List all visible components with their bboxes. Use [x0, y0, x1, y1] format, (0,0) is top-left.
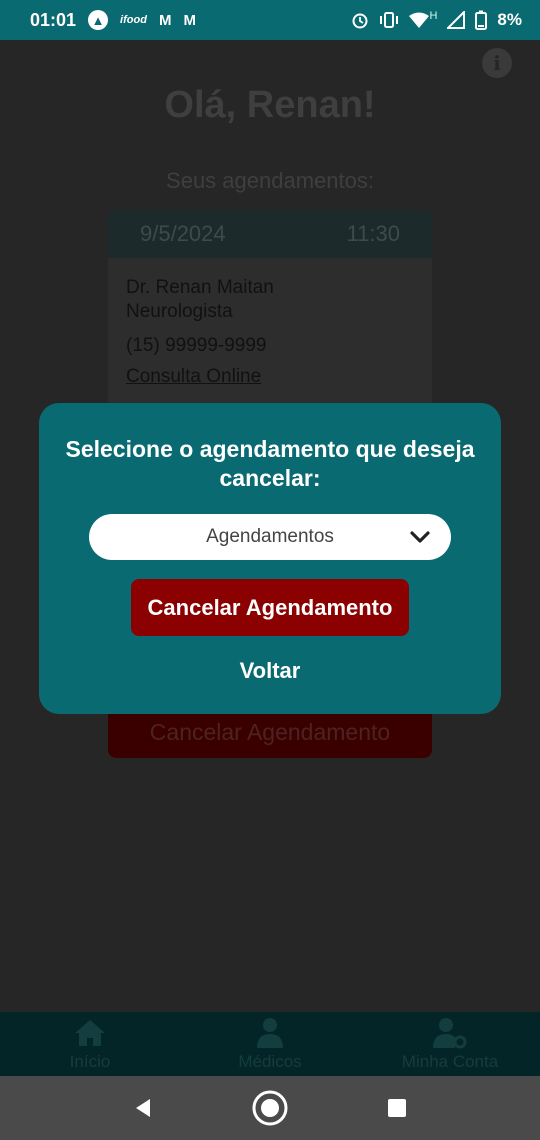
doctor-phone: (15) 99999-9999 — [126, 335, 267, 356]
network-type: H — [429, 10, 438, 22]
alarm-icon — [352, 13, 368, 29]
cancel-appointment-dialog: Selecione o agendamento que deseja cance… — [39, 403, 501, 714]
appointments-section-title: Seus agendamentos: — [166, 168, 374, 193]
status-bar: 01:01 ▲ ifood M M H 8% — [0, 0, 540, 40]
vibrate-icon — [380, 12, 399, 28]
user-settings-icon — [433, 1018, 467, 1049]
wifi-icon — [409, 12, 430, 28]
doctor-name: Dr. Renan Maitan — [126, 277, 274, 298]
battery-icon — [475, 10, 488, 30]
nav-item-account[interactable]: Minha Conta — [360, 1012, 540, 1076]
info-icon[interactable]: i — [482, 48, 512, 78]
ifood-icon: ifood — [120, 14, 147, 26]
chevron-down-icon — [410, 531, 430, 543]
back-button[interactable]: Voltar — [39, 653, 501, 689]
gmail-icon: M — [183, 11, 196, 29]
back-triangle-icon — [136, 1099, 151, 1117]
home-nav-button[interactable] — [250, 1088, 290, 1128]
appointment-card-body: Dr. Renan Maitan Neurologista (15) 99999… — [108, 258, 432, 389]
greeting-title: Olá, Renan! — [164, 84, 376, 126]
recents-square-icon — [387, 1099, 406, 1117]
dialog-title: Selecione o agendamento que deseja cance… — [65, 436, 475, 491]
system-nav-bar — [0, 1076, 540, 1140]
nav-item-home[interactable]: Início — [0, 1012, 180, 1076]
home-icon — [75, 1020, 105, 1046]
appointment-card-header: 9/5/2024 11:30 — [108, 210, 432, 258]
back-nav-button[interactable] — [123, 1088, 163, 1128]
home-circle-icon — [252, 1090, 288, 1126]
doctor-icon — [257, 1018, 283, 1048]
nav-label-account: Minha Conta — [401, 1052, 499, 1071]
bottom-nav: Início Médicos Minha Conta — [0, 1012, 540, 1076]
status-time: 01:01 — [30, 9, 77, 30]
app-a-icon: ▲ — [88, 10, 109, 30]
nav-item-doctors[interactable]: Médicos — [180, 1012, 360, 1076]
nav-label-doctors: Médicos — [238, 1052, 302, 1071]
appointment-time: 11:30 — [346, 221, 400, 246]
signal-icon — [447, 11, 466, 29]
gmail-icon: M — [158, 11, 172, 29]
appointments-select[interactable]: Agendamentos — [89, 514, 451, 560]
recents-nav-button[interactable] — [377, 1088, 417, 1128]
doctor-specialty: Neurologista — [126, 301, 233, 322]
select-value: Agendamentos — [206, 526, 334, 547]
confirm-cancel-button[interactable]: Cancelar Agendamento — [131, 579, 409, 636]
nav-label-home: Início — [69, 1052, 111, 1071]
appointment-date: 9/5/2024 — [140, 221, 226, 246]
battery-percent: 8% — [497, 10, 522, 29]
consultation-type-link[interactable]: Consulta Online — [126, 365, 414, 389]
